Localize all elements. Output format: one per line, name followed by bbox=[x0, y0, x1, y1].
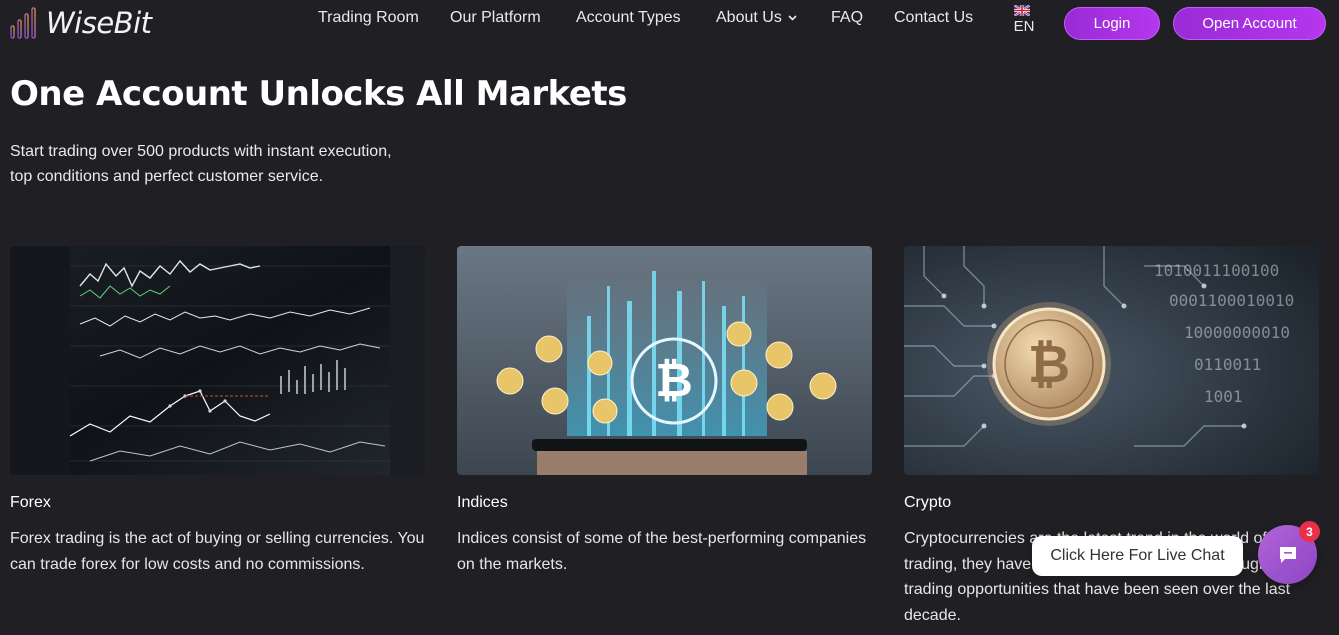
hero-subtitle-line-1: Start trading over 500 products with ins… bbox=[10, 143, 392, 160]
nav-faq[interactable]: FAQ bbox=[831, 9, 863, 27]
open-account-button[interactable]: Open Account bbox=[1173, 7, 1326, 40]
language-selector[interactable]: EN bbox=[1012, 5, 1036, 36]
card-title-forex: Forex bbox=[10, 494, 51, 511]
card-text-indices: Indices consist of some of the best-perf… bbox=[457, 530, 867, 573]
svg-text:1001: 1001 bbox=[1204, 387, 1243, 406]
brand-logo[interactable]: WiseBit bbox=[9, 6, 152, 40]
page-title: One Account Unlocks All Markets bbox=[10, 74, 627, 114]
chevron-down-icon bbox=[788, 15, 797, 21]
language-code: EN bbox=[1013, 18, 1035, 35]
nav-our-platform[interactable]: Our Platform bbox=[450, 9, 541, 27]
logo-bars-icon bbox=[10, 7, 36, 39]
card-title-crypto: Crypto bbox=[904, 494, 952, 511]
bitcoin-circuit-image: 1010011100100 0001100010010 10000000010 … bbox=[904, 246, 1319, 475]
svg-text:0001100010010: 0001100010010 bbox=[1169, 291, 1294, 310]
nav-contact-us[interactable]: Contact Us bbox=[894, 9, 973, 27]
login-button[interactable]: Login bbox=[1064, 7, 1160, 40]
card-text-forex: Forex trading is the act of buying or se… bbox=[10, 530, 425, 573]
svg-text:₿: ₿ bbox=[655, 353, 693, 407]
nav-about-us-label: About Us bbox=[716, 9, 782, 26]
market-card-indices[interactable]: ₿ Indices Indices consist of some of the… bbox=[457, 246, 872, 573]
nav-account-types[interactable]: Account Types bbox=[576, 9, 681, 27]
card-title-indices: Indices bbox=[457, 494, 508, 511]
site-header: WiseBit Trading Room Our Platform Accoun… bbox=[0, 0, 1339, 50]
chat-icon bbox=[1279, 546, 1296, 563]
nav-about-us[interactable]: About Us bbox=[716, 9, 797, 27]
stock-chart-screens-image bbox=[10, 246, 425, 475]
uk-flag-icon bbox=[1014, 5, 1030, 16]
svg-text:0110011: 0110011 bbox=[1194, 355, 1261, 374]
market-card-forex[interactable]: Forex Forex trading is the act of buying… bbox=[10, 246, 425, 573]
market-card-crypto[interactable]: 1010011100100 0001100010010 10000000010 … bbox=[904, 246, 1319, 624]
live-chat-prompt[interactable]: Click Here For Live Chat bbox=[1032, 536, 1243, 576]
hero-subtitle-line-2: top conditions and perfect customer serv… bbox=[10, 168, 324, 185]
chat-unread-badge: 3 bbox=[1299, 521, 1320, 542]
phone-crypto-hologram-image: ₿ bbox=[457, 246, 872, 475]
svg-text:10000000010: 10000000010 bbox=[1184, 323, 1290, 342]
svg-text:1010011100100: 1010011100100 bbox=[1154, 261, 1279, 280]
nav-trading-room[interactable]: Trading Room bbox=[318, 9, 419, 27]
svg-text:₿: ₿ bbox=[1028, 335, 1070, 395]
hero-subtitle: Start trading over 500 products with ins… bbox=[10, 139, 430, 189]
brand-name: WiseBit bbox=[46, 6, 152, 40]
